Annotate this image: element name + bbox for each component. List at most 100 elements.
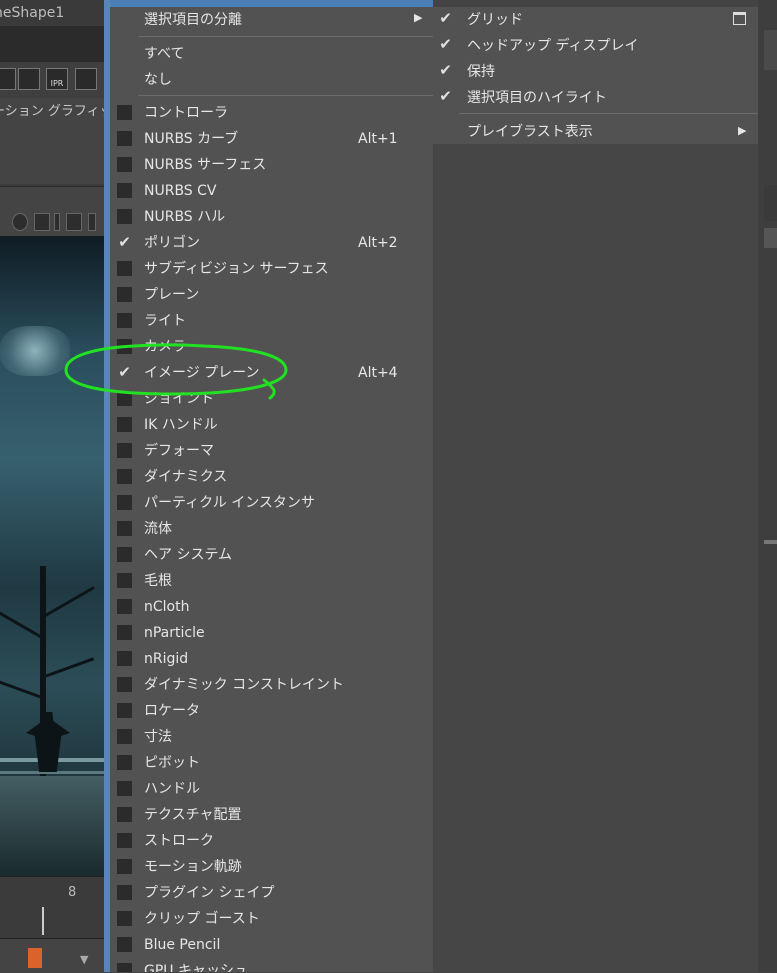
menu-item-7[interactable]: プレーン [110,282,433,308]
viewport-tool-select-icon[interactable] [66,213,82,231]
menu-item-28[interactable]: ストローク [110,828,433,854]
menu-item-27[interactable]: テクスチャ配置 [110,802,433,828]
key-icon[interactable] [28,948,42,968]
menu-item-32[interactable]: Blue Pencil [110,932,433,958]
viewport-image-plane[interactable] [0,236,104,876]
checkbox-empty-icon[interactable] [117,157,132,172]
chevron-down-icon[interactable]: ▼ [80,953,88,966]
viewport-branch [0,611,43,639]
submenu-item-2[interactable]: ✔ 保持 [433,59,756,85]
checkbox-empty-icon[interactable] [117,469,132,484]
checkbox-empty-icon[interactable] [117,547,132,562]
menu-item-13[interactable]: デフォーマ [110,438,433,464]
submenu-item-1[interactable]: ✔ ヘッドアップ ディスプレイ [433,33,756,59]
menu-item-label: グリッド [467,12,523,28]
menu-item-2[interactable]: NURBS サーフェス [110,152,433,178]
checkbox-empty-icon[interactable] [117,781,132,796]
checkbox-empty-icon[interactable] [117,885,132,900]
checkbox-empty-icon[interactable] [117,131,132,146]
menu-item-1[interactable]: NURBS カーブ Alt+1 [110,126,433,152]
menu-item-none[interactable]: なし [110,67,433,93]
viewport-tool-divider-icon[interactable] [54,213,60,231]
checkbox-empty-icon[interactable] [117,729,132,744]
checkbox-empty-icon[interactable] [117,755,132,770]
checkbox-empty-icon[interactable] [117,859,132,874]
menu-item-24[interactable]: 寸法 [110,724,433,750]
checkmark-icon[interactable]: ✔ [438,7,453,29]
shelf-settings-icon[interactable] [75,68,97,90]
shelf-clapper-icon[interactable] [18,68,40,90]
viewport-tool-box-icon[interactable] [34,213,50,231]
menu-item-all[interactable]: すべて [110,41,433,67]
menu-item-label: モーション軌跡 [144,859,242,875]
menu-item-label: ストローク [144,833,214,849]
checkbox-empty-icon[interactable] [117,703,132,718]
checkbox-empty-icon[interactable] [117,807,132,822]
menu-item-15[interactable]: パーティクル インスタンサ [110,490,433,516]
time-slider-current-frame[interactable] [42,907,44,935]
checkmark-icon[interactable]: ✔ [117,231,132,253]
menu-item-17[interactable]: ヘア システム [110,542,433,568]
menu-item-8[interactable]: ライト [110,308,433,334]
shelf-ipr-icon[interactable]: IPR [46,68,68,90]
menu-item-18[interactable]: 毛根 [110,568,433,594]
menu-item-12[interactable]: IK ハンドル [110,412,433,438]
menu-item-22[interactable]: ダイナミック コンストレイント [110,672,433,698]
checkbox-empty-icon[interactable] [117,105,132,120]
checkbox-empty-icon[interactable] [117,313,132,328]
menu-item-label: nCloth [144,599,190,615]
menu-item-33[interactable]: GPU キャッシュ [110,958,433,972]
menu-item-0[interactable]: コントローラ [110,100,433,126]
checkbox-empty-icon[interactable] [117,625,132,640]
checkbox-empty-icon[interactable] [117,651,132,666]
menu-item-4[interactable]: NURBS ハル [110,204,433,230]
checkbox-empty-icon[interactable] [117,677,132,692]
checkbox-empty-icon[interactable] [117,417,132,432]
checkbox-empty-icon[interactable] [117,209,132,224]
menu-item-26[interactable]: ハンドル [110,776,433,802]
checkbox-empty-icon[interactable] [117,937,132,952]
checkbox-empty-icon[interactable] [117,261,132,276]
checkbox-empty-icon[interactable] [117,833,132,848]
background-toolbar-dark [0,26,104,66]
checkbox-empty-icon[interactable] [117,573,132,588]
menu-item-5[interactable]: ✔ ポリゴン Alt+2 [110,230,433,256]
menu-item-playblast-display[interactable]: プレイブラスト表示 [433,119,756,145]
time-slider-frame-label: 8 [68,885,77,900]
time-slider[interactable]: 8 [0,876,104,939]
menu-item-20[interactable]: nParticle [110,620,433,646]
checkbox-empty-icon[interactable] [117,521,132,536]
menu-item-3[interactable]: NURBS CV [110,178,433,204]
menu-item-label: NURBS ハル [144,209,226,225]
menu-item-14[interactable]: ダイナミクス [110,464,433,490]
menu-item-label: プレイブラスト表示 [467,124,593,140]
menu-item-label: NURBS CV [144,183,217,199]
menu-item-30[interactable]: プラグイン シェイプ [110,880,433,906]
checkbox-empty-icon[interactable] [117,495,132,510]
menu-item-29[interactable]: モーション軌跡 [110,854,433,880]
menu-item-19[interactable]: nCloth [110,594,433,620]
menu-item-label: 寸法 [144,729,172,745]
checkbox-empty-icon[interactable] [117,287,132,302]
checkmark-icon[interactable]: ✔ [438,85,453,107]
menu-item-label: nParticle [144,625,205,641]
checkmark-icon[interactable]: ✔ [438,33,453,55]
checkbox-empty-icon[interactable] [117,443,132,458]
checkbox-empty-icon[interactable] [117,183,132,198]
checkbox-empty-icon[interactable] [117,911,132,926]
shelf-render-icon[interactable] [0,68,16,90]
viewport-tool-move-icon[interactable] [88,213,96,231]
checkbox-empty-icon[interactable] [117,599,132,614]
menu-item-31[interactable]: クリップ ゴースト [110,906,433,932]
checkmark-icon[interactable]: ✔ [438,59,453,81]
checkbox-empty-icon[interactable] [117,963,132,972]
submenu-item-3[interactable]: ✔ 選択項目のハイライト [433,85,756,111]
submenu-item-0[interactable]: ✔ グリッド [433,7,756,33]
menu-item-23[interactable]: ロケータ [110,698,433,724]
menu-item-isolate-select[interactable]: 選択項目の分離 ▶ [110,7,433,33]
menu-item-21[interactable]: nRigid [110,646,433,672]
menu-item-25[interactable]: ピボット [110,750,433,776]
menu-item-16[interactable]: 流体 [110,516,433,542]
menu-item-6[interactable]: サブディビジョン サーフェス [110,256,433,282]
viewport-tool-circle-icon[interactable] [12,213,28,231]
